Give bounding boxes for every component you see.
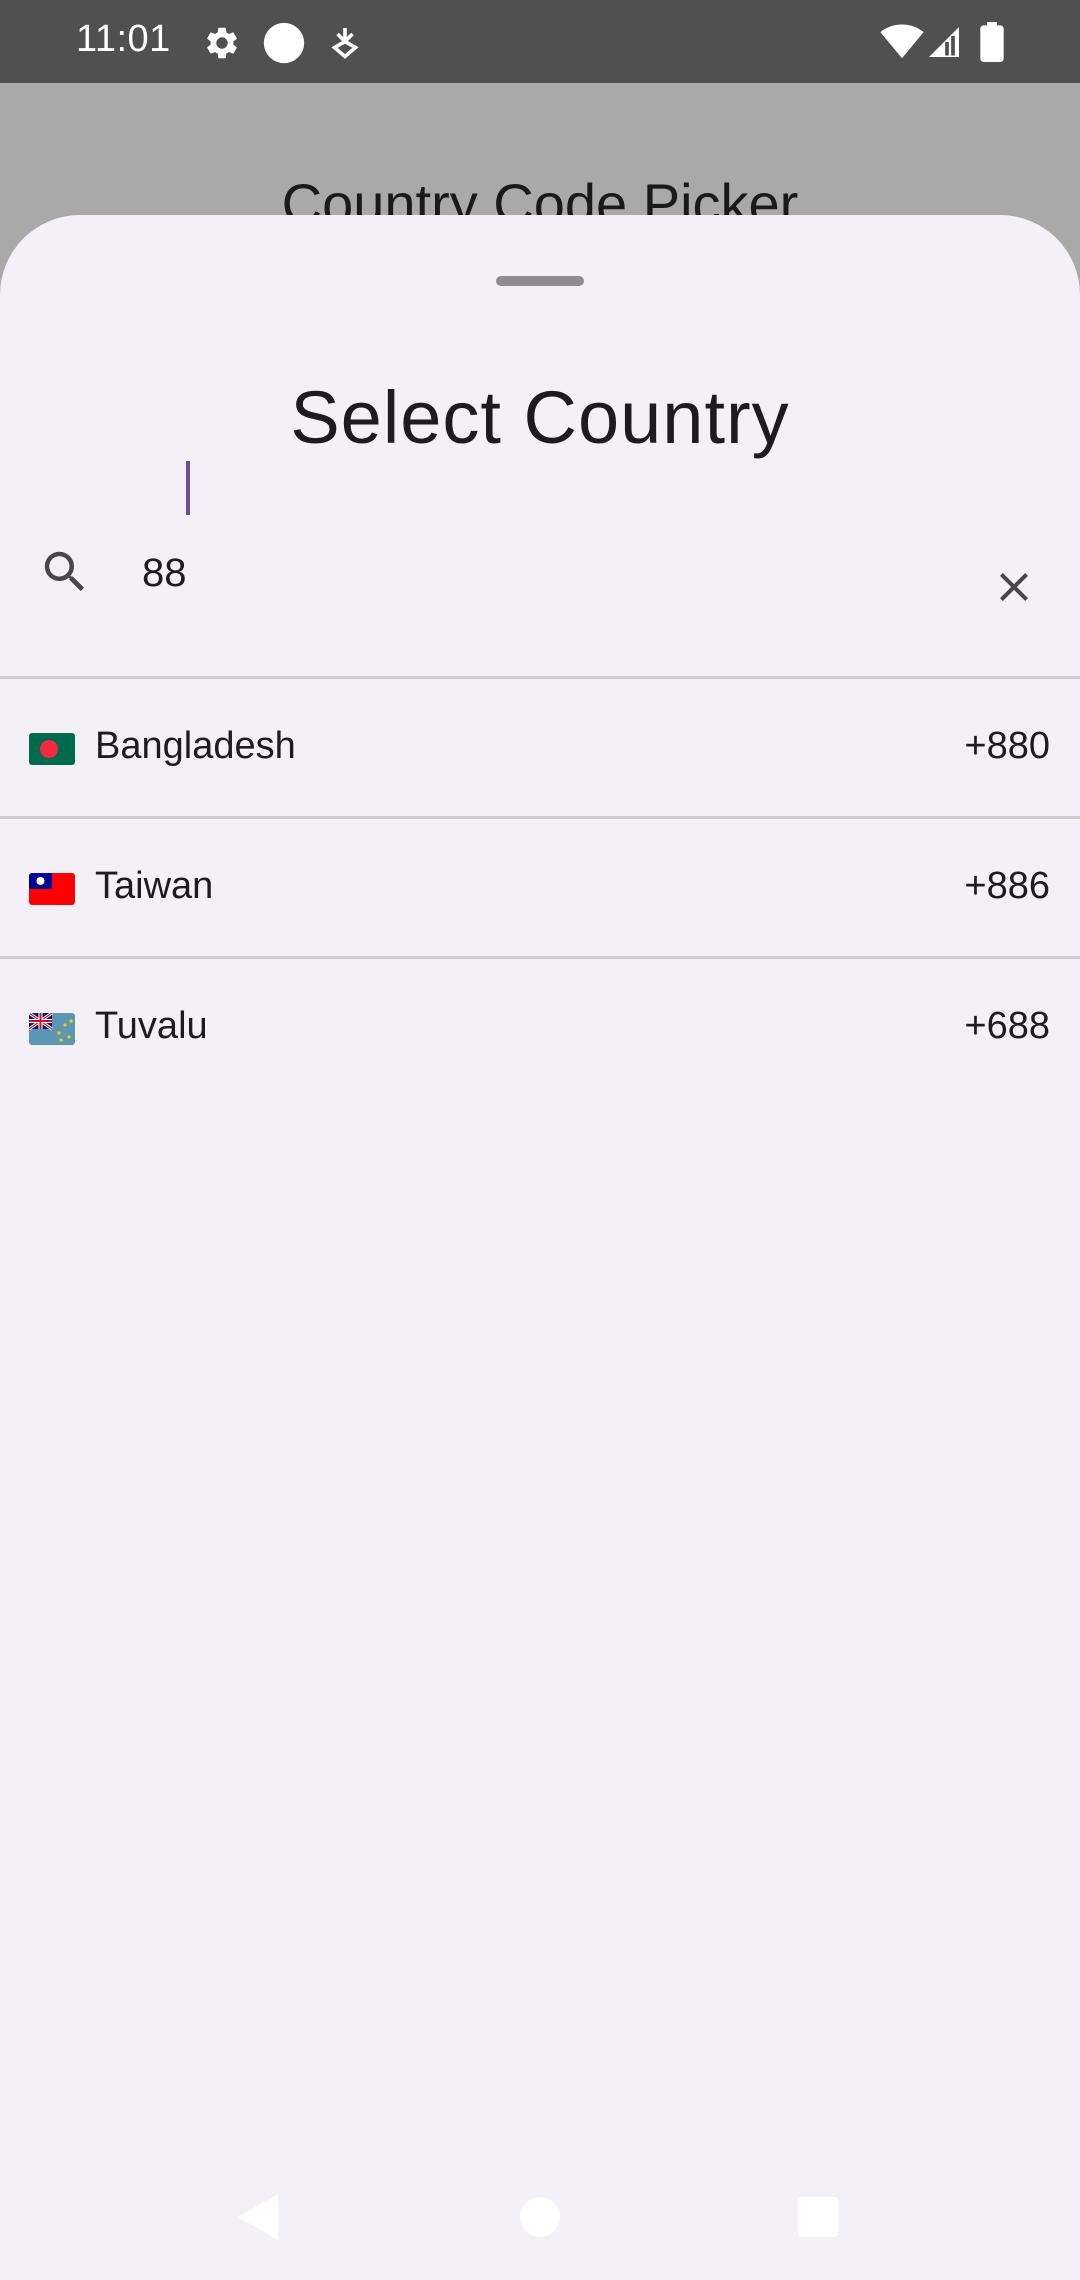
recents-icon[interactable] (797, 2196, 839, 2238)
drag-handle[interactable] (496, 276, 584, 286)
search-icon (44, 551, 85, 592)
country-name: Tuvalu (95, 1005, 208, 1047)
download-icon (331, 28, 359, 59)
search-input[interactable] (142, 537, 942, 609)
flag-taiwan-icon (29, 873, 75, 905)
country-item-taiwan[interactable]: Taiwan +886 (0, 819, 1080, 959)
flag-bangladesh-icon (29, 733, 75, 765)
country-code: +688 (964, 1005, 1050, 1047)
country-name: Taiwan (95, 865, 214, 907)
status-bar: 11:01 (0, 0, 1080, 83)
navigation-bar (0, 2160, 1080, 2280)
battery-icon (980, 22, 1004, 62)
country-item-tuvalu[interactable]: Tuvalu +688 (0, 959, 1080, 1096)
search-bar (0, 515, 1080, 635)
country-picker-sheet: Select Country Bangladesh +880 Taiwan (0, 215, 1080, 2280)
sheet-title: Select Country (290, 376, 790, 459)
country-name: Bangladesh (95, 725, 296, 767)
signal-icon (929, 27, 959, 57)
circle-icon (263, 22, 305, 64)
flag-tuvalu-icon (29, 1013, 75, 1045)
country-code: +880 (964, 725, 1050, 767)
wifi-icon (880, 24, 924, 59)
country-list: Bangladesh +880 Taiwan +886 Tuvalu +688 (0, 679, 1080, 1096)
text-cursor (186, 461, 190, 515)
country-item-bangladesh[interactable]: Bangladesh +880 (0, 679, 1080, 819)
gear-icon (207, 27, 237, 59)
home-icon[interactable] (518, 2195, 562, 2239)
status-time: 11:01 (76, 18, 171, 60)
country-code: +886 (964, 865, 1050, 907)
close-icon[interactable] (990, 563, 1038, 611)
back-icon[interactable] (234, 2192, 280, 2242)
